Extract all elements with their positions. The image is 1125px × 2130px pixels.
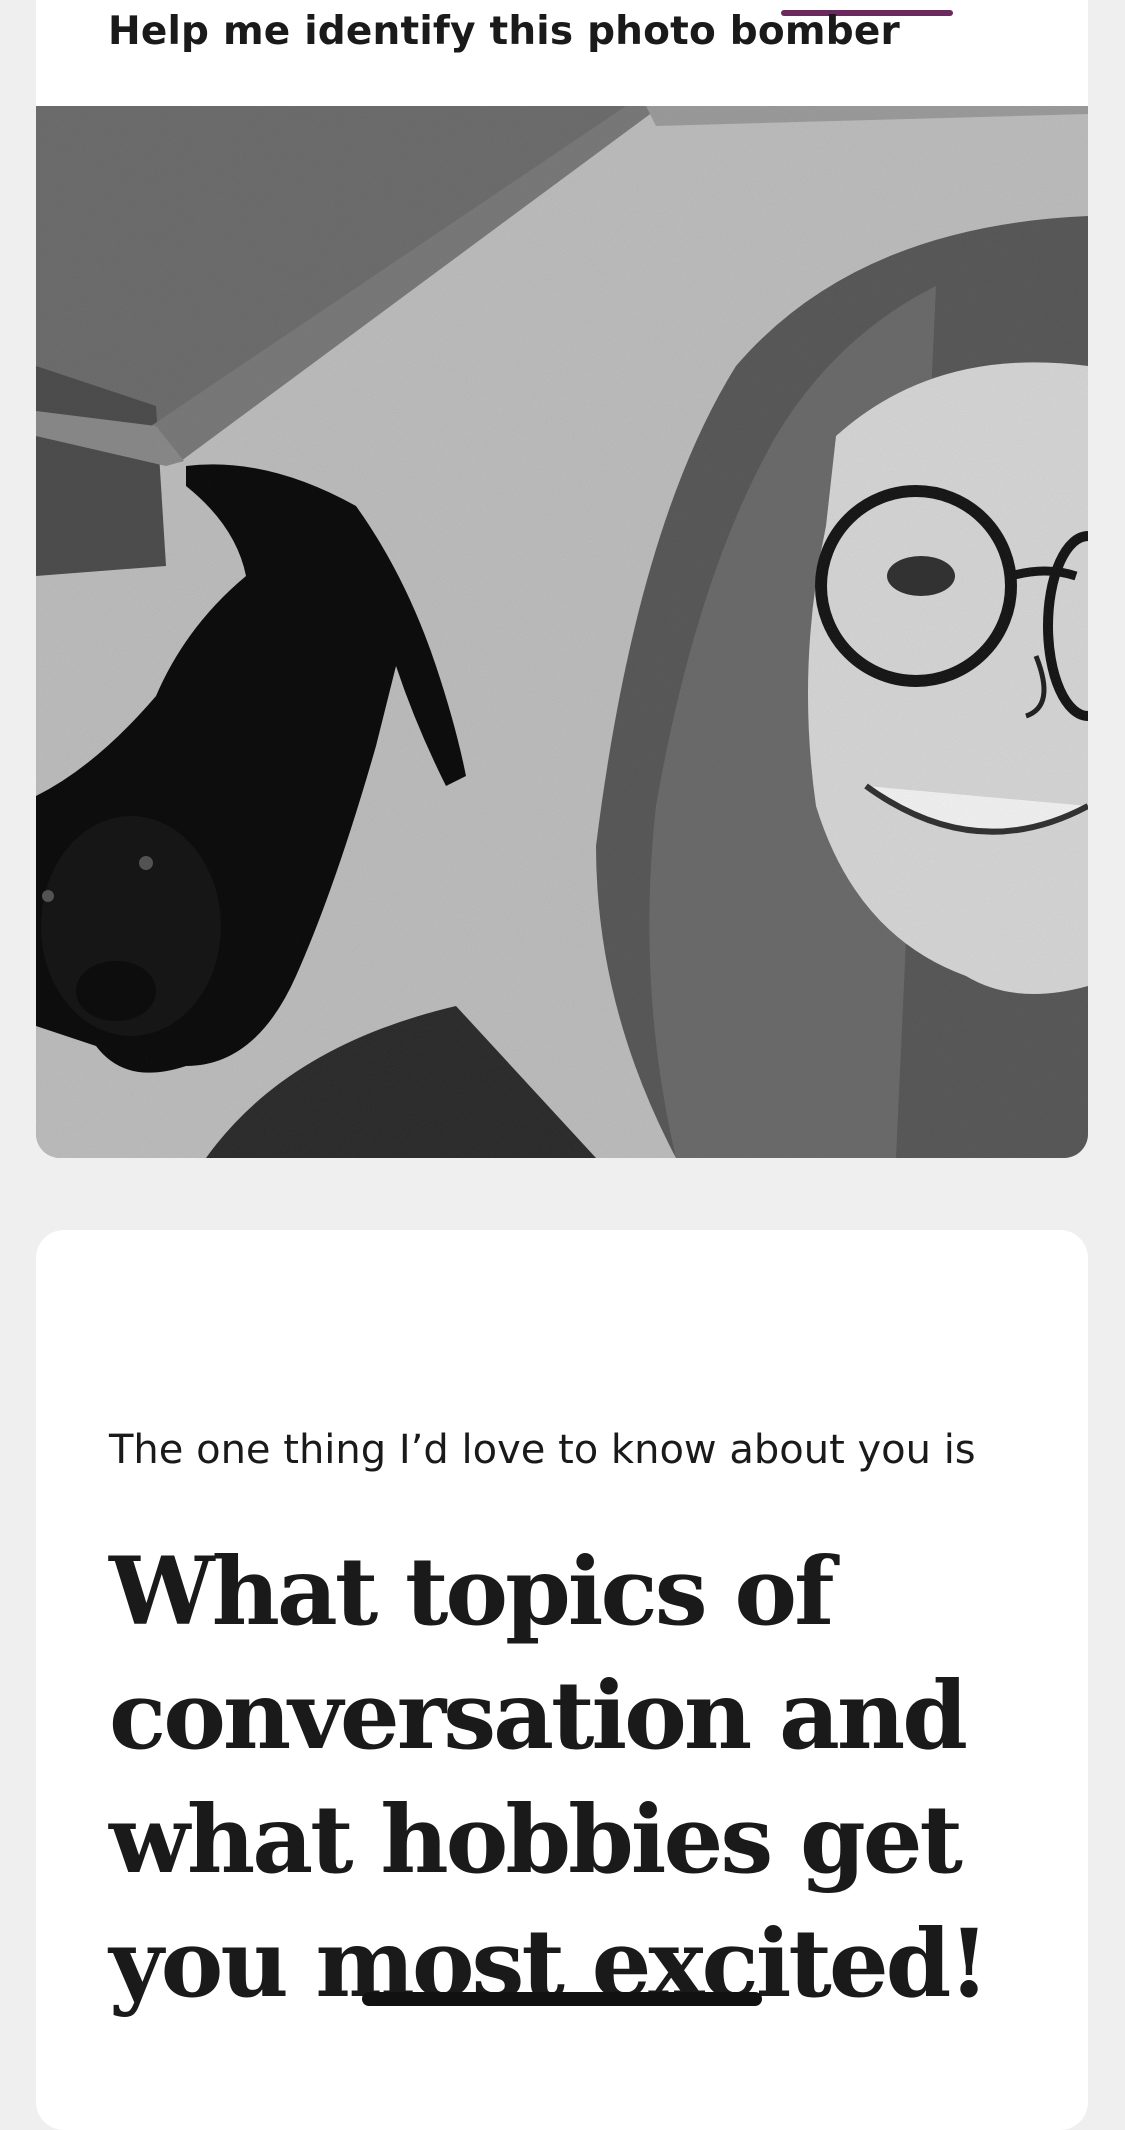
answer-underline (362, 1992, 762, 2006)
prompt-question: The one thing I’d love to know about you… (109, 1427, 976, 1473)
photo-image (36, 106, 1088, 1158)
profile-photo[interactable] (36, 106, 1088, 1158)
prompt-answer: What topics of conversation and what hob… (109, 1537, 990, 2019)
prompt-card[interactable]: The one thing I’d love to know about you… (36, 1230, 1088, 2130)
prompt-answer-top: Help me identify this photo bomber (108, 9, 900, 54)
